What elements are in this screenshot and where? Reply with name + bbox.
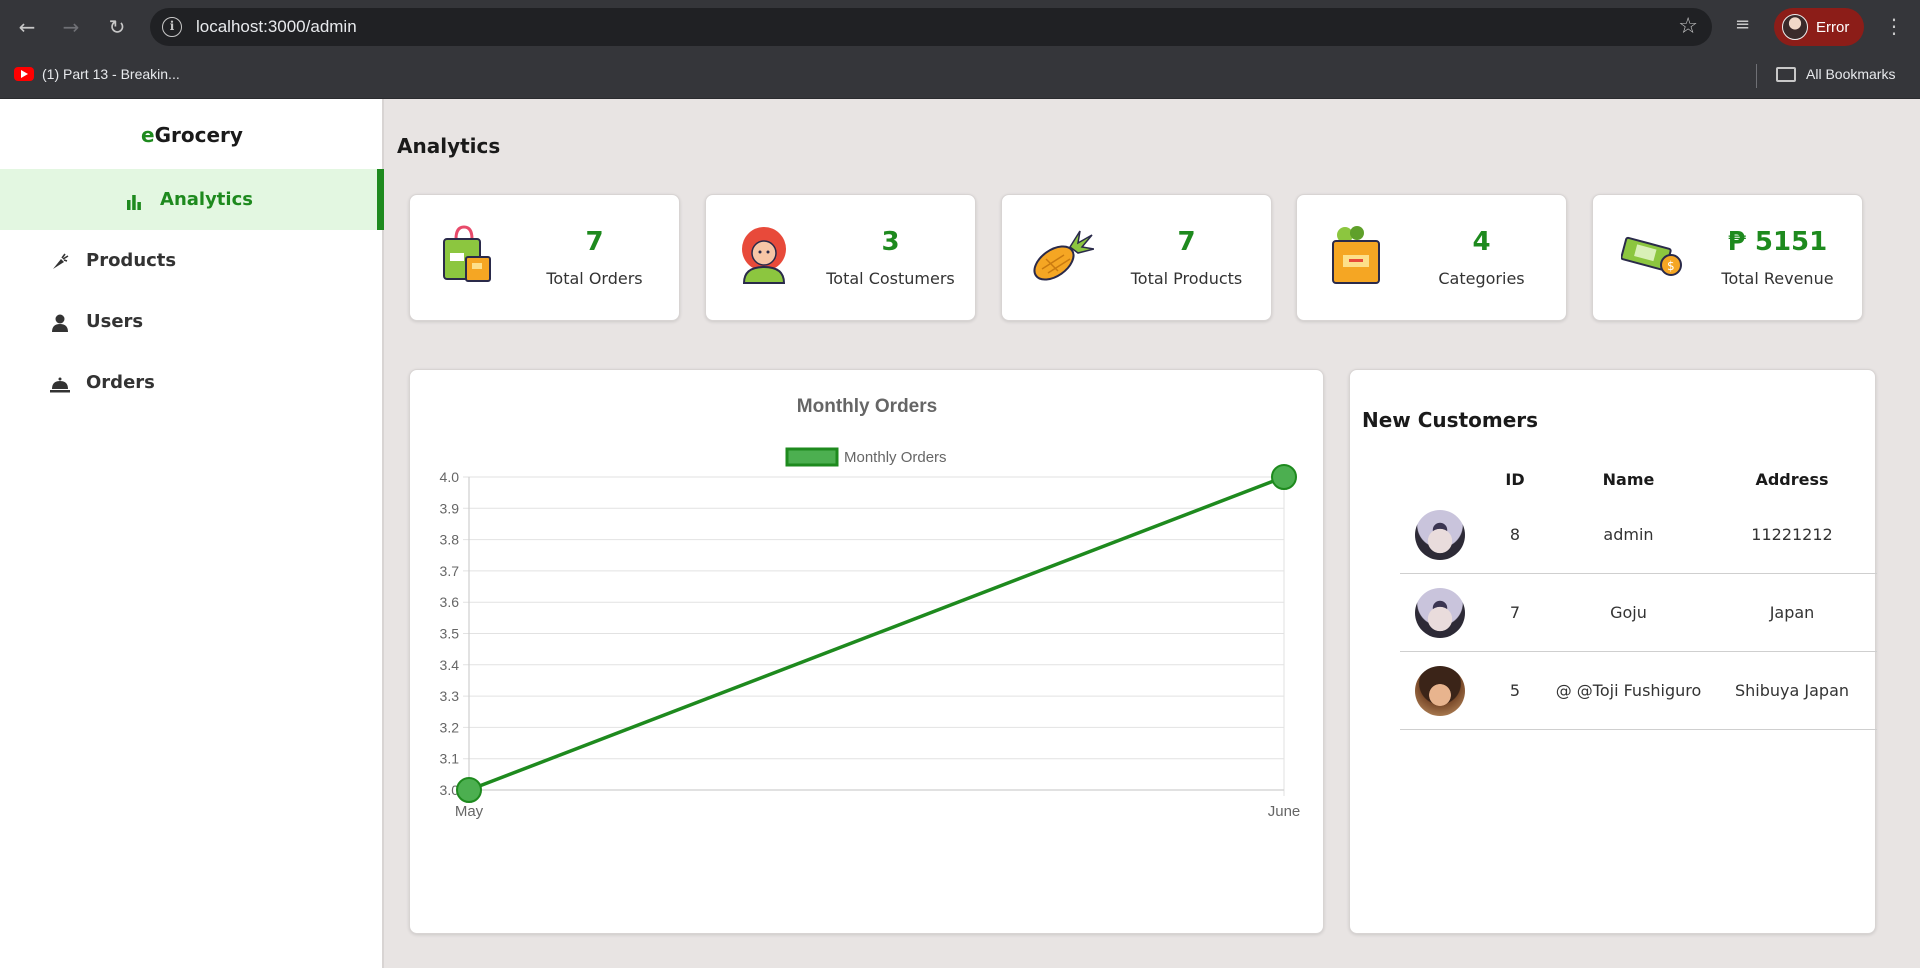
cell-address: Shibuya Japan (1734, 681, 1850, 700)
site-info-icon[interactable]: i (162, 17, 182, 37)
stat-card-products: 7 Total Products (1001, 194, 1272, 321)
address-bar[interactable]: i localhost:3000/admin ☆ (150, 8, 1712, 46)
cell-name: admin (1603, 525, 1654, 544)
y-tick-label: 3.9 (440, 500, 460, 516)
y-tick-label: 3.5 (440, 626, 460, 642)
cell-id: 7 (1509, 603, 1521, 622)
svg-text:$: $ (1667, 259, 1675, 273)
bookmark-item[interactable]: (1) Part 13 - Breakin... (14, 66, 180, 82)
menu-kebab-icon[interactable]: ⋮ (1884, 14, 1904, 38)
stat-label: Total Revenue (1721, 269, 1834, 288)
sidebar-item-users[interactable]: Users (0, 291, 384, 352)
browser-toolbar: ← → ↻ i localhost:3000/admin ☆ ≡ Error ⋮ (0, 0, 1920, 54)
stat-value: 3 (881, 227, 900, 257)
cell-address: Japan (1769, 603, 1815, 622)
y-tick-label: 3.1 (440, 751, 460, 767)
stat-card-orders: 7 Total Orders (409, 194, 680, 321)
cell-id: 5 (1509, 681, 1521, 700)
profile-avatar (1782, 14, 1808, 40)
customer-icon (734, 225, 794, 285)
bar-chart-icon (124, 190, 144, 210)
bookmarks-separator (1756, 64, 1757, 88)
brand-logo[interactable]: eGrocery (0, 123, 384, 147)
data-point[interactable] (1271, 464, 1297, 490)
page-title: Analytics (397, 134, 501, 158)
url-text[interactable]: localhost:3000/admin (196, 17, 357, 37)
bookmarks-bar: (1) Part 13 - Breakin... All Bookmarks (0, 54, 1920, 99)
col-address: Address (1755, 469, 1829, 489)
chart-panel: Monthly Orders Monthly Orders 4.0 3.9 3.8 3… (409, 369, 1324, 934)
youtube-icon (14, 67, 34, 81)
stat-label: Categories (1438, 269, 1525, 288)
sidebar-item-label: Analytics (160, 189, 253, 210)
table-header: ID Name Address (1400, 462, 1877, 496)
stat-value: ₱ 5151 (1727, 227, 1828, 257)
forward-icon[interactable]: → (56, 12, 86, 42)
y-tick-label: 3.6 (440, 594, 460, 610)
cell-name: Goju (1610, 603, 1647, 622)
y-tick-label: 3.2 (440, 719, 460, 735)
x-tick-label: June (1268, 803, 1301, 820)
profile-button[interactable]: Error (1774, 8, 1864, 46)
media-control-icon[interactable]: ≡ (1735, 14, 1750, 35)
sidebar-item-label: Users (86, 311, 144, 332)
all-bookmarks-button[interactable]: All Bookmarks (1776, 66, 1895, 82)
customers-table: ID Name Address 8 admin 11221212 7 Goju … (1400, 462, 1877, 730)
sidebar-item-products[interactable]: Products (0, 230, 384, 291)
stat-card-categories: 4 Categories (1296, 194, 1567, 321)
cell-address: 11221212 (1751, 525, 1833, 544)
money-icon: $ (1620, 225, 1682, 285)
col-id: ID (1505, 469, 1525, 489)
profile-label: Error (1816, 18, 1850, 36)
avatar (1415, 665, 1465, 716)
cell-name: @ @Toji Fushiguro (1555, 681, 1702, 700)
legend-swatch (785, 447, 839, 467)
table-row[interactable]: 8 admin 11221212 (1400, 496, 1877, 574)
grocery-bag-icon (1325, 225, 1385, 285)
monthly-orders-chart: Monthly Orders Monthly Orders 4.0 3.9 3.8 3… (440, 396, 1301, 820)
sidebar: eGrocery Analytics Products Users Orders (0, 99, 384, 968)
stat-card-customers: 3 Total Costumers (705, 194, 976, 321)
stat-label: Total Costumers (826, 269, 955, 288)
data-point[interactable] (456, 777, 482, 803)
bell-icon (50, 373, 70, 393)
back-icon[interactable]: ← (12, 12, 42, 42)
y-tick-label: 4.0 (440, 469, 460, 485)
stat-label: Total Orders (546, 269, 643, 288)
avatar (1415, 587, 1465, 638)
sidebar-item-analytics[interactable]: Analytics (0, 169, 384, 230)
sidebar-item-orders[interactable]: Orders (0, 352, 384, 413)
stat-value: 4 (1472, 227, 1491, 257)
avatar (1415, 509, 1465, 560)
stat-value: 7 (1177, 227, 1196, 257)
col-name: Name (1602, 469, 1655, 489)
bookmark-label: (1) Part 13 - Breakin... (42, 66, 180, 82)
stat-value: 7 (585, 227, 604, 257)
stat-label: Total Products (1130, 269, 1243, 288)
y-tick-label: 3.3 (440, 688, 460, 704)
sidebar-item-label: Orders (86, 372, 155, 393)
y-tick-label: 3.4 (440, 657, 460, 673)
reload-icon[interactable]: ↻ (102, 12, 132, 42)
table-row[interactable]: 7 Goju Japan (1400, 574, 1877, 652)
cell-id: 8 (1509, 525, 1521, 544)
customers-title: New Customers (1362, 408, 1539, 432)
sidebar-item-label: Products (86, 250, 177, 271)
new-customers-panel: New Customers ID Name Address 8 admin 11… (1349, 369, 1877, 934)
pineapple-icon (1030, 225, 1095, 285)
y-tick-label: 3.8 (440, 532, 460, 548)
x-tick-label: May (455, 803, 484, 820)
all-bookmarks-label: All Bookmarks (1806, 66, 1896, 82)
carrot-icon (50, 251, 70, 271)
y-tick-label: 3.7 (440, 563, 460, 579)
table-row[interactable]: 5 @ @Toji Fushiguro Shibuya Japan (1400, 652, 1877, 730)
stat-card-revenue: $ ₱ 5151 Total Revenue (1592, 194, 1863, 321)
folder-icon (1776, 66, 1796, 82)
legend-label[interactable]: Monthly Orders (844, 449, 947, 466)
user-icon (50, 312, 70, 332)
chart-title: Monthly Orders (797, 396, 937, 417)
bookmark-star-icon[interactable]: ☆ (1678, 14, 1698, 39)
shopping-bag-icon (438, 225, 498, 285)
